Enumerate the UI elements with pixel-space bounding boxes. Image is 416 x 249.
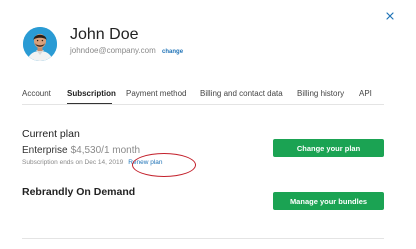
tab-payment-method[interactable]: Payment method bbox=[126, 89, 186, 98]
avatar bbox=[23, 27, 57, 61]
subscription-end-row: Subscription ends on Dec 14, 2019 Renew p… bbox=[22, 159, 163, 166]
plan-name: Enterprise bbox=[22, 145, 68, 156]
email-text: johndoe@company.com bbox=[70, 46, 156, 55]
renew-plan-link[interactable]: Renew plan bbox=[128, 159, 162, 166]
plan-price: $4,530/1 month bbox=[70, 145, 141, 156]
change-email-link[interactable]: change bbox=[162, 49, 183, 55]
tab-billing-contact-data[interactable]: Billing and contact data bbox=[200, 89, 283, 98]
tab-account[interactable]: Account bbox=[22, 89, 51, 98]
tab-billing-history[interactable]: Billing history bbox=[297, 89, 344, 98]
tab-subscription[interactable]: Subscription bbox=[67, 89, 116, 98]
bottom-divider bbox=[22, 238, 384, 239]
tab-api[interactable]: API bbox=[359, 89, 372, 98]
change-plan-button[interactable]: Change your plan bbox=[273, 139, 384, 157]
subscription-end-text: Subscription ends on Dec 14, 2019 bbox=[22, 159, 124, 166]
account-modal: John Doe johndoe@company.com change Acco… bbox=[0, 0, 416, 249]
close-button[interactable] bbox=[384, 10, 396, 22]
manage-bundles-button[interactable]: Manage your bundles bbox=[273, 192, 384, 210]
on-demand-heading: Rebrandly On Demand bbox=[22, 186, 136, 198]
profile-name: John Doe bbox=[70, 26, 139, 43]
tabs-divider bbox=[22, 104, 384, 105]
plan-summary: Enterprise $4,530/1 month bbox=[22, 145, 140, 156]
close-icon bbox=[386, 12, 394, 20]
email-row: johndoe@company.com change bbox=[70, 46, 183, 55]
current-plan-heading: Current plan bbox=[22, 128, 80, 140]
